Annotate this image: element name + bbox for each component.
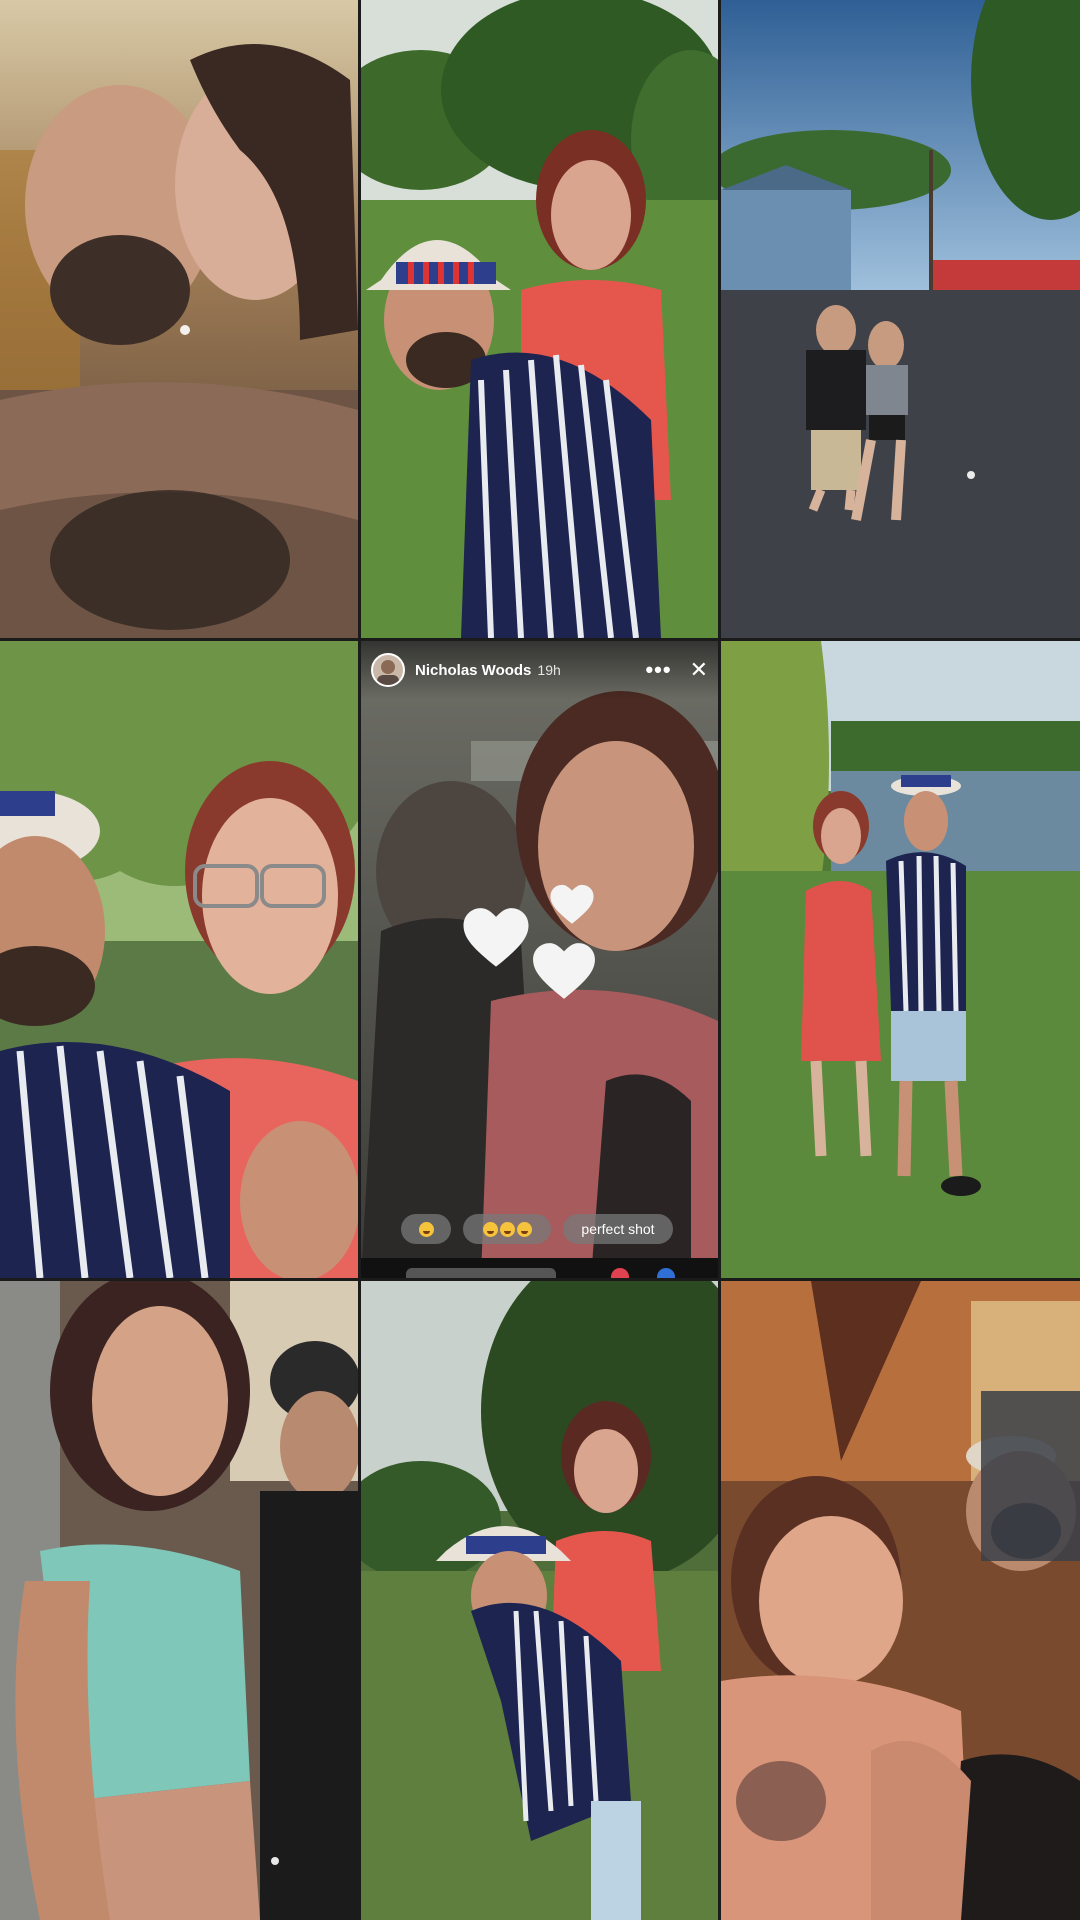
more-horizontal-icon[interactable]: ••• <box>645 659 671 681</box>
heart-sticker-icon <box>550 884 594 924</box>
heart-eyes-emoji-icon <box>499 1221 515 1237</box>
close-icon[interactable]: ✕ <box>690 659 708 681</box>
heart-sticker-icon <box>463 908 529 967</box>
story-reply-bar <box>361 1258 718 1278</box>
photo-selfie-tank-top[interactable] <box>0 1281 358 1920</box>
avatar[interactable] <box>371 653 405 687</box>
heart-sticker-icon <box>533 943 595 999</box>
story-timestamp: 19h <box>537 662 561 678</box>
photo-selfie-restaurant[interactable] <box>721 1281 1080 1920</box>
quick-reply-heart-eyes-emoji[interactable] <box>463 1214 551 1244</box>
share-icon[interactable] <box>657 1268 675 1278</box>
photo-piggyback-trees[interactable] <box>361 1281 718 1920</box>
reply-input[interactable] <box>406 1268 556 1278</box>
photo-collage: Nicholas Woods 19h ••• ✕ perfect shot <box>0 0 1080 1920</box>
story-screenshot[interactable]: Nicholas Woods 19h ••• ✕ perfect shot <box>361 641 718 1278</box>
story-username[interactable]: Nicholas Woods <box>415 662 531 679</box>
photo-couple-at-fair[interactable] <box>721 0 1080 638</box>
quick-reply-row: perfect shot <box>401 1214 673 1244</box>
heart-eyes-emoji-icon <box>482 1221 498 1237</box>
heart-eyes-emoji-icon <box>516 1221 532 1237</box>
quick-reply-perfect-shot[interactable]: perfect shot <box>563 1214 673 1244</box>
photo-couple-selfie-warm[interactable] <box>0 0 358 638</box>
story-header: Nicholas Woods 19h ••• ✕ <box>361 641 718 699</box>
photo-selfie-willow[interactable] <box>0 641 358 1278</box>
photo-couple-by-pond[interactable] <box>721 641 1080 1278</box>
photo-piggyback-field[interactable] <box>361 0 718 638</box>
wink-tongue-emoji-icon <box>418 1221 434 1237</box>
quick-reply-wink-tongue-emoji[interactable] <box>401 1214 451 1244</box>
heart-reaction-icon[interactable] <box>611 1268 629 1278</box>
